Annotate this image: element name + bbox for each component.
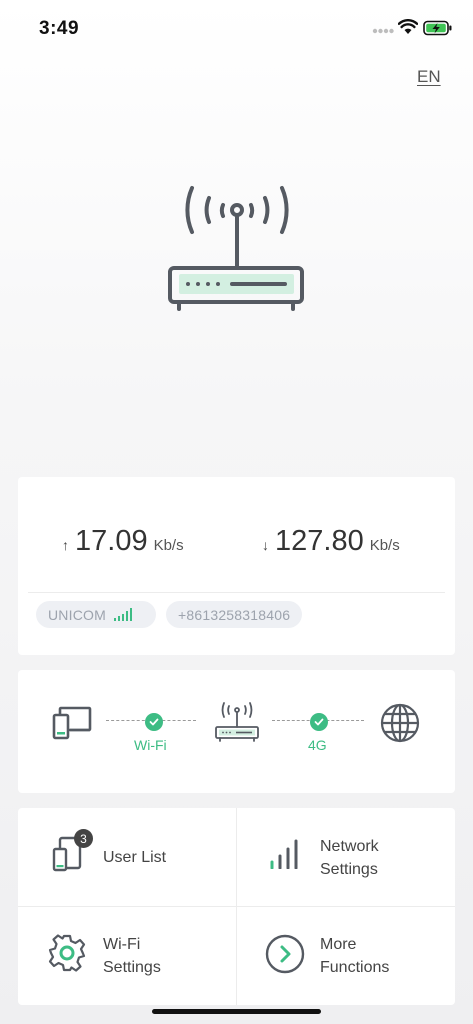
upload-speed: ↑ 17.09 Kb/s — [62, 525, 184, 558]
carrier-name: UNICOM — [48, 606, 106, 623]
user-count-badge: 3 — [74, 829, 93, 848]
more-functions-line2: Functions — [320, 959, 390, 976]
network-settings-line1: Network — [320, 838, 379, 855]
phone-number-chip: +8613258318406 — [166, 601, 302, 628]
connection-status-card: Wi-Fi 4G — [18, 670, 455, 793]
divider — [28, 592, 445, 593]
carrier-chip: UNICOM — [36, 601, 156, 628]
wifi-settings-line2: Settings — [103, 959, 161, 976]
download-speed-unit: Kb/s — [369, 537, 400, 554]
network-settings-button[interactable]: Network Settings — [237, 808, 455, 906]
more-functions-button[interactable]: More Functions — [237, 907, 455, 1005]
download-arrow-icon: ↓ — [262, 537, 269, 553]
upload-speed-value: 17.09 — [75, 525, 148, 557]
home-indicator[interactable] — [152, 1009, 321, 1014]
wifi-connected-check-icon — [145, 713, 163, 731]
user-list-button[interactable]: 3 User List — [18, 808, 236, 906]
wifi-settings-label: Wi-Fi Settings — [103, 933, 161, 979]
devices-icon — [52, 706, 92, 740]
cellular-connected-check-icon — [310, 713, 328, 731]
battery-charging-icon — [423, 20, 452, 36]
function-menu: 3 User List Network Settings Wi-Fi Setti… — [18, 808, 455, 1005]
cellular-link-label: 4G — [308, 737, 327, 753]
cellular-signal-icon — [372, 28, 394, 34]
wifi-status-icon — [398, 19, 418, 34]
more-functions-line1: More — [320, 936, 357, 953]
router-icon — [215, 702, 259, 742]
upload-speed-unit: Kb/s — [153, 537, 184, 554]
signal-strength-icon — [113, 608, 133, 621]
network-settings-label: Network Settings — [320, 835, 379, 881]
network-settings-line2: Settings — [320, 861, 378, 878]
gear-icon — [48, 934, 86, 972]
wifi-link-label: Wi-Fi — [134, 737, 167, 753]
download-speed: ↓ 127.80 Kb/s — [262, 525, 400, 558]
signal-bars-icon — [270, 839, 298, 869]
upload-arrow-icon: ↑ — [62, 537, 69, 553]
more-functions-label: More Functions — [320, 933, 389, 979]
chevron-right-circle-icon — [265, 934, 305, 974]
wifi-settings-button[interactable]: Wi-Fi Settings — [18, 907, 236, 1005]
download-speed-value: 127.80 — [275, 525, 364, 557]
status-bar: 3:49 — [0, 0, 473, 56]
wifi-settings-line1: Wi-Fi — [103, 936, 141, 953]
router-illustration-icon — [168, 186, 304, 311]
language-switch[interactable]: EN — [417, 67, 441, 87]
status-time: 3:49 — [39, 18, 80, 39]
globe-icon — [380, 703, 420, 743]
user-list-label: User List — [103, 849, 167, 866]
traffic-card: ↑ 17.09 Kb/s ↓ 127.80 Kb/s UNICOM +86132… — [18, 477, 455, 655]
